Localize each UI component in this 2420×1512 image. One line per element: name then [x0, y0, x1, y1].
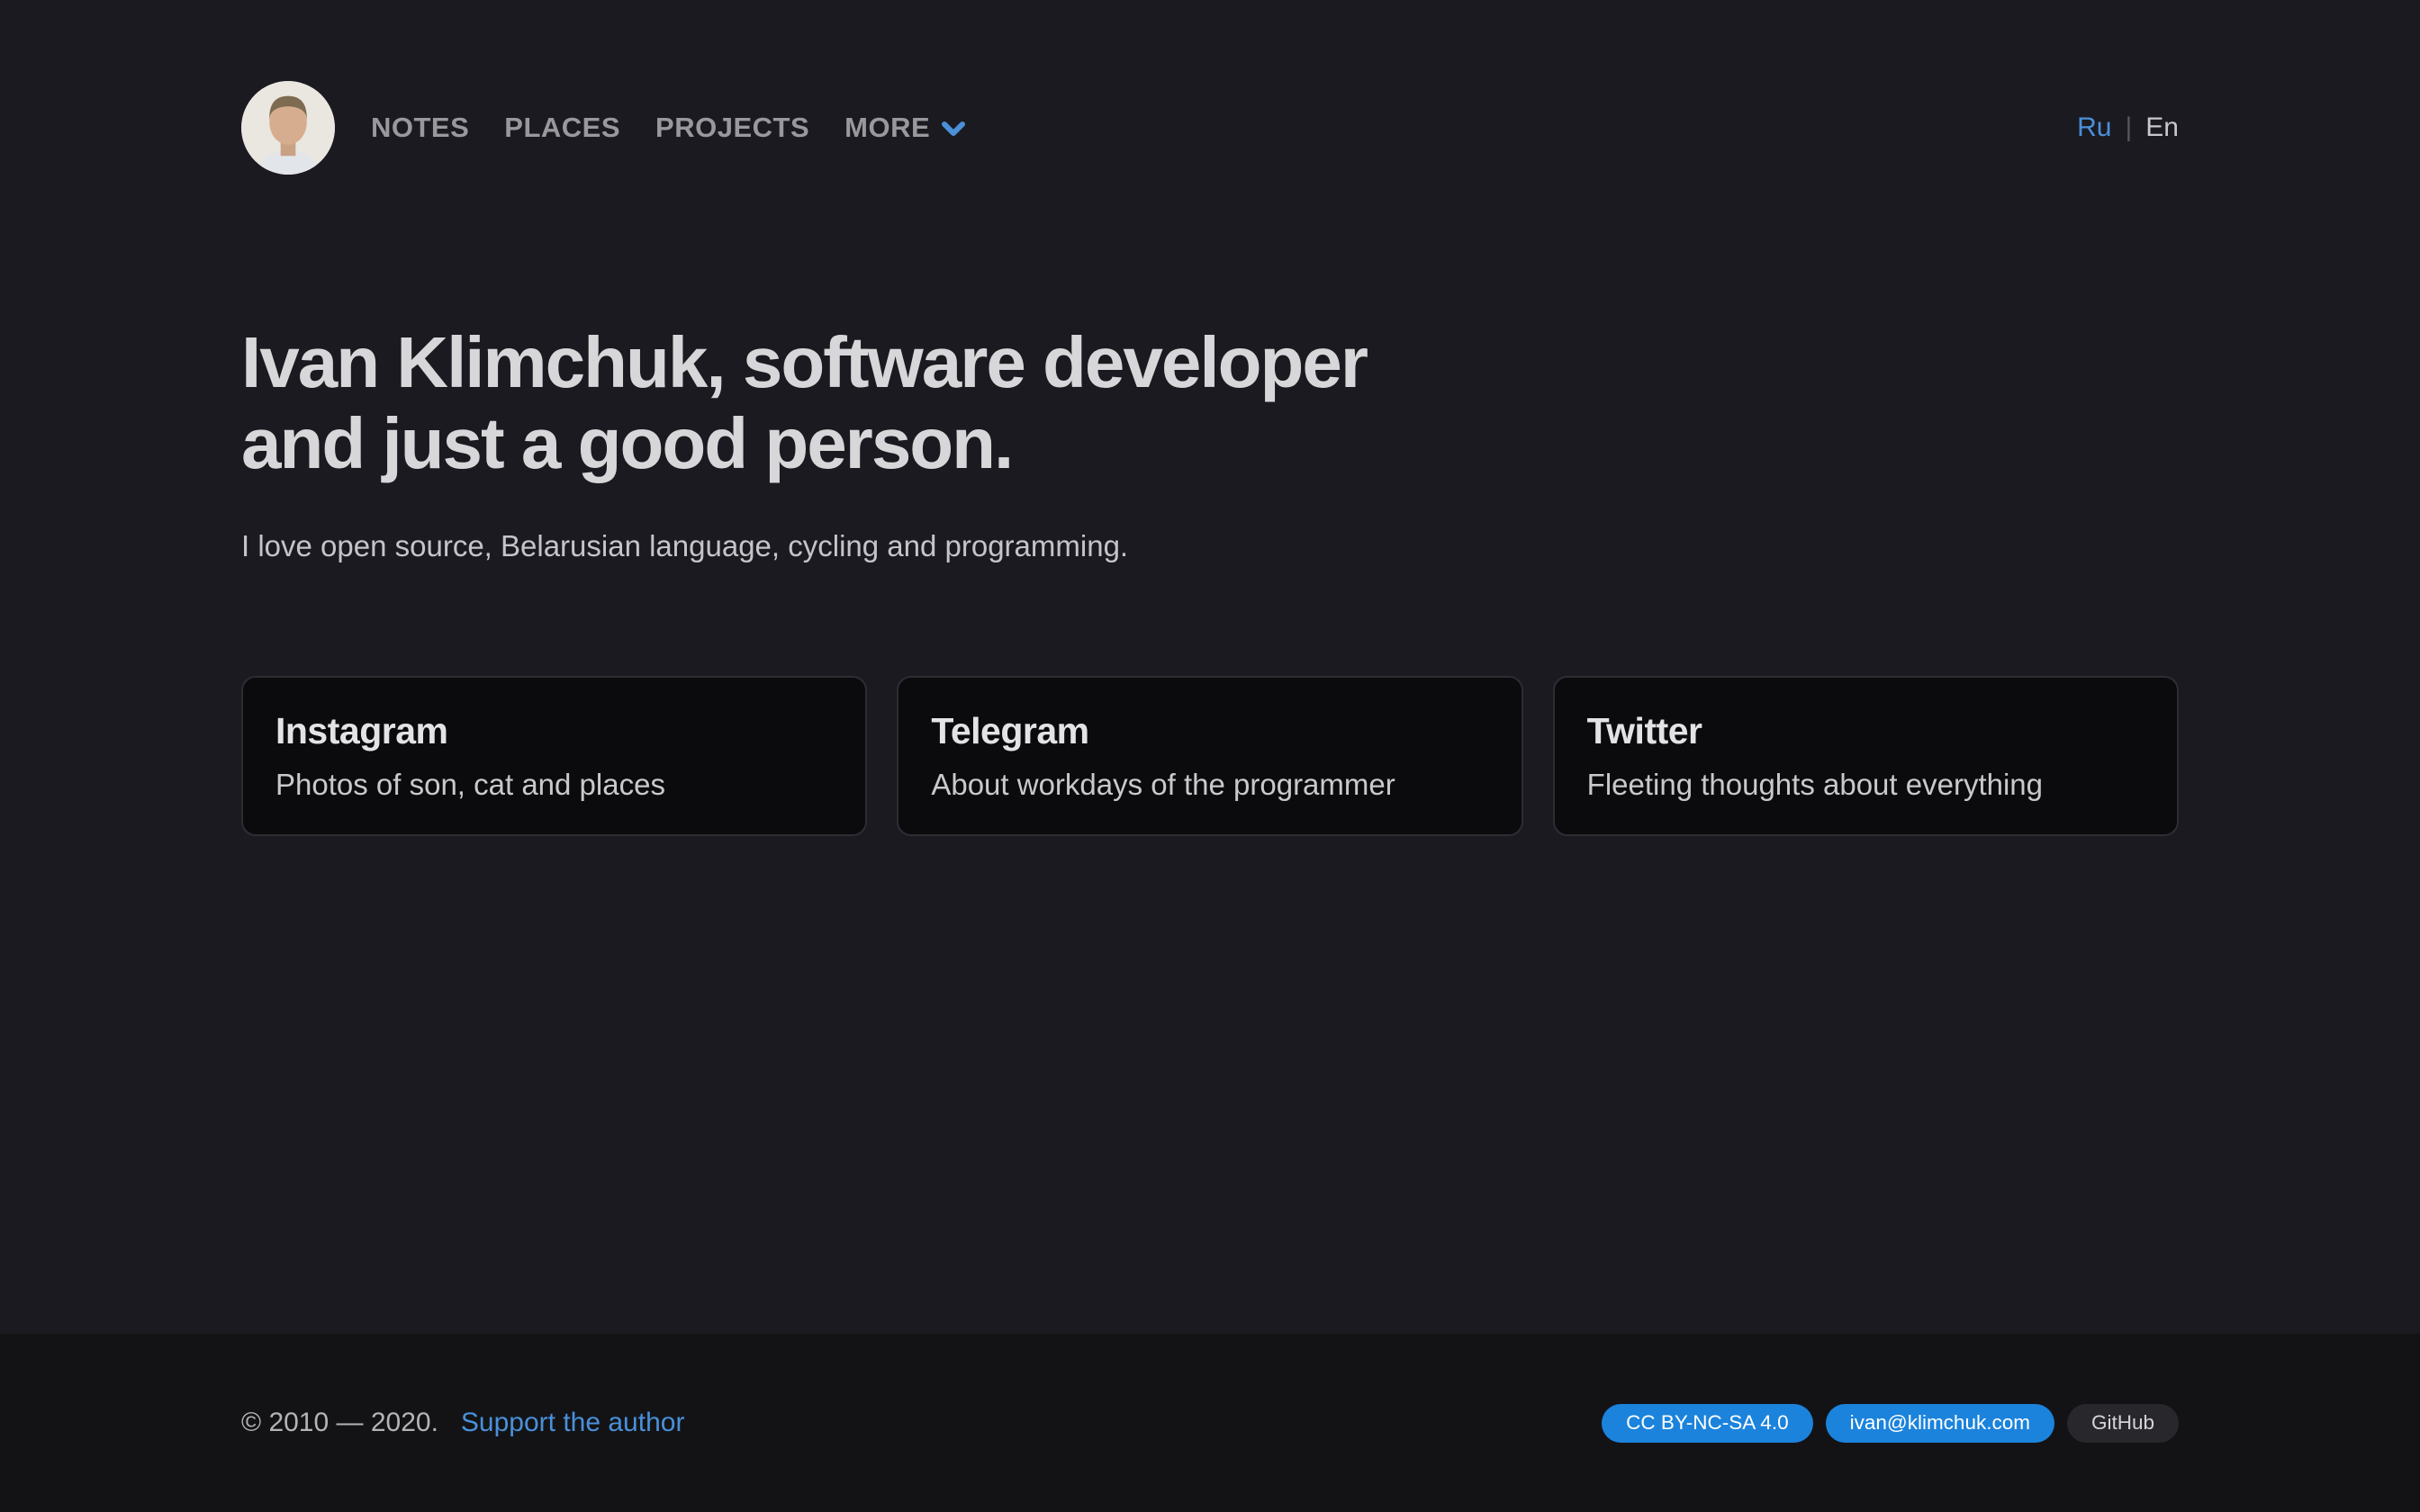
lang-current-en[interactable]: En [2145, 112, 2179, 143]
lang-link-ru[interactable]: Ru [2077, 112, 2111, 143]
page-title-line1: Ivan Klimchuk, software developer [241, 322, 2179, 403]
language-switcher: Ru | En [2077, 112, 2179, 143]
footer-content: © 2010 — 2020. Support the author CC BY-… [241, 1404, 2179, 1443]
card-instagram-description: Photos of son, cat and places [275, 768, 833, 802]
avatar[interactable] [241, 81, 335, 175]
page-subtitle: I love open source, Belarusian language,… [241, 526, 2179, 566]
badge-license[interactable]: CC BY-NC-SA 4.0 [1602, 1404, 1812, 1443]
card-instagram[interactable]: Instagram Photos of son, cat and places [241, 676, 867, 836]
support-author-link[interactable]: Support the author [461, 1408, 685, 1438]
card-twitter-title: Twitter [1587, 710, 2145, 752]
page-content: NOTES PLACES PROJECTS MORE Ru | En Ivan … [241, 0, 2179, 836]
badge-github[interactable]: GitHub [2067, 1404, 2179, 1443]
avatar-photo-placeholder [241, 81, 335, 175]
nav-more-label: MORE [844, 112, 930, 144]
card-instagram-title: Instagram [275, 710, 833, 752]
page-title-line2: and just a good person. [241, 403, 2179, 484]
site-footer: © 2010 — 2020. Support the author CC BY-… [0, 1334, 2420, 1512]
chevron-down-icon [941, 121, 966, 139]
card-twitter[interactable]: Twitter Fleeting thoughts about everythi… [1553, 676, 2179, 836]
card-telegram-description: About workdays of the programmer [931, 768, 1488, 802]
badge-email[interactable]: ivan@klimchuk.com [1826, 1404, 2054, 1443]
card-telegram[interactable]: Telegram About workdays of the programme… [897, 676, 1522, 836]
nav-item-projects[interactable]: PROJECTS [655, 112, 809, 144]
nav-item-notes[interactable]: NOTES [371, 112, 469, 144]
page-title: Ivan Klimchuk, software developer and ju… [241, 322, 2179, 484]
social-cards: Instagram Photos of son, cat and places … [241, 676, 2179, 836]
nav-item-places[interactable]: PLACES [504, 112, 620, 144]
lang-divider: | [2126, 112, 2133, 143]
nav-item-more[interactable]: MORE [844, 112, 966, 144]
footer-badges: CC BY-NC-SA 4.0 ivan@klimchuk.com GitHub [1602, 1404, 2179, 1443]
site-header: NOTES PLACES PROJECTS MORE Ru | En [241, 81, 2179, 175]
copyright-text: © 2010 — 2020. [241, 1408, 438, 1438]
card-twitter-description: Fleeting thoughts about everything [1587, 768, 2145, 802]
main-nav: NOTES PLACES PROJECTS MORE [371, 112, 966, 144]
card-telegram-title: Telegram [931, 710, 1488, 752]
